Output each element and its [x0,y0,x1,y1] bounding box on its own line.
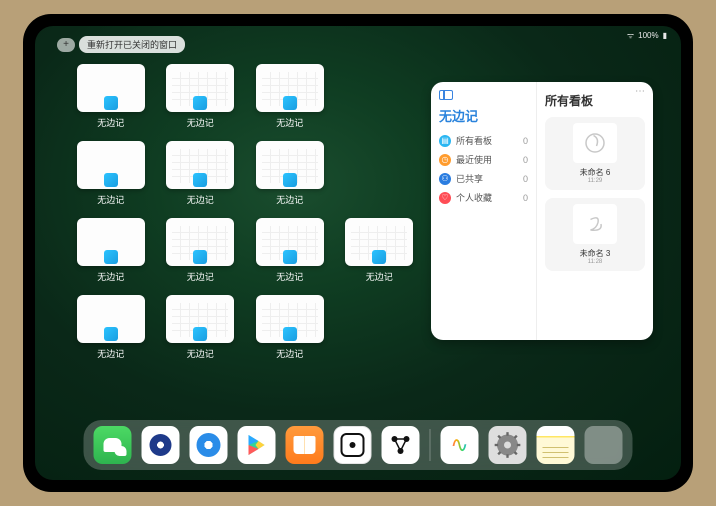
tile-label: 无边记 [97,193,124,206]
panel-title: 无边记 [439,106,528,125]
recent-apps-cluster-icon[interactable] [585,426,623,464]
ipad-frame: ᯤ 100% ▮ + 重新打开已关闭的窗口 无边记 无边记 无边记 无边记 无边… [23,14,693,492]
settings-icon[interactable] [489,426,527,464]
graph-app-icon[interactable] [382,426,420,464]
freeform-app-icon [104,327,118,341]
tile-label: 无边记 [97,116,124,129]
freeform-panel[interactable]: ⋯ 无边记 ▤ 所有看板 0 ◷ 最近使用 0 ⚇ 已共享 0 [431,82,653,340]
sidebar-item-recent[interactable]: ◷ 最近使用 0 [439,150,528,169]
tile-label: 无边记 [366,270,393,283]
tile-label: 无边记 [276,347,303,360]
tile-label: 无边记 [187,270,214,283]
tile-label: 无边记 [187,193,214,206]
freeform-app-icon [104,173,118,187]
all-boards-icon: ▤ [439,135,451,147]
sidebar-toggle-icon[interactable] [439,90,453,100]
sidebar-item-count: 0 [523,155,528,165]
sidebar-item-label: 最近使用 [456,153,492,166]
freeform-app-icon [283,250,297,264]
tile-label: 无边记 [187,347,214,360]
freeform-app-icon [104,250,118,264]
ellipsis-icon[interactable]: ⋯ [635,86,645,97]
dock-separator [430,429,431,461]
sidebar-item-count: 0 [523,136,528,146]
window-tile[interactable]: 无边记 [165,141,237,206]
notes-icon[interactable] [537,426,575,464]
top-bar: + 重新打开已关闭的窗口 [57,36,185,53]
freeform-icon[interactable]: ∿ [441,426,479,464]
freeform-app-icon [372,250,386,264]
battery-label: 100% [638,31,658,40]
window-tile[interactable]: 无边记 [75,218,147,283]
window-tile[interactable]: 无边记 [254,295,326,360]
tile-label: 无边记 [276,270,303,283]
freeform-app-icon [104,96,118,110]
board-preview [573,123,617,163]
sidebar-item-favorites[interactable]: ♡ 个人收藏 0 [439,188,528,207]
board-card[interactable]: 未命名 6 11:29 [545,117,645,190]
board-time: 11:29 [588,178,603,184]
board-preview [573,204,617,244]
freeform-app-icon [193,173,207,187]
window-tile[interactable]: 无边记 [254,141,326,206]
sidebar-item-all[interactable]: ▤ 所有看板 0 [439,131,528,150]
wechat-icon[interactable] [94,426,132,464]
books-icon[interactable] [286,426,324,464]
sidebar-item-label: 所有看板 [456,134,492,147]
board-card[interactable]: 未命名 3 11:28 [545,198,645,271]
panel-content: 所有看板 未命名 6 11:29 未命名 3 11:28 [537,82,653,340]
panel-content-title: 所有看板 [545,92,645,109]
window-tile[interactable]: 无边记 [75,295,147,360]
dock: ∿ [84,420,633,470]
board-name: 未命名 6 [580,167,611,178]
tile-label: 无边记 [97,347,124,360]
heart-icon: ♡ [439,192,451,204]
play-store-icon[interactable] [238,426,276,464]
freeform-app-icon [193,96,207,110]
window-tile[interactable]: 无边记 [165,295,237,360]
wifi-icon: ᯤ [627,30,634,41]
panel-sidebar: 无边记 ▤ 所有看板 0 ◷ 最近使用 0 ⚇ 已共享 0 ♡ [431,82,537,340]
clock-icon: ◷ [439,154,451,166]
reopen-window-button[interactable]: 重新打开已关闭的窗口 [79,36,185,53]
window-tile[interactable]: 无边记 [254,218,326,283]
person-icon: ⚇ [439,173,451,185]
quark-icon[interactable] [190,426,228,464]
freeform-app-icon [283,173,297,187]
window-tile[interactable]: 无边记 [75,64,147,129]
board-time: 11:28 [588,259,603,265]
window-tile[interactable]: 无边记 [254,64,326,129]
tile-label: 无边记 [97,270,124,283]
sidebar-item-count: 0 [523,174,528,184]
sidebar-item-shared[interactable]: ⚇ 已共享 0 [439,169,528,188]
sidebar-item-count: 0 [523,193,528,203]
tile-label: 无边记 [276,116,303,129]
status-bar: ᯤ 100% ▮ [627,30,667,41]
freeform-app-icon [283,327,297,341]
sidebar-item-label: 已共享 [456,172,483,185]
window-grid: 无边记 无边记 无边记 无边记 无边记 无边记 无边记 无边记 无边记 无边记 … [75,64,415,360]
tile-label: 无边记 [276,193,303,206]
window-tile[interactable]: 无边记 [344,218,416,283]
window-tile[interactable]: 无边记 [165,218,237,283]
sidebar-item-label: 个人收藏 [456,191,492,204]
add-button[interactable]: + [57,38,75,52]
tile-label: 无边记 [187,116,214,129]
window-tile[interactable]: 无边记 [75,141,147,206]
window-tile[interactable]: 无边记 [165,64,237,129]
board-name: 未命名 3 [580,248,611,259]
freeform-app-icon [193,327,207,341]
battery-icon: ▮ [663,31,667,40]
dice-app-icon[interactable] [334,426,372,464]
ipad-screen: ᯤ 100% ▮ + 重新打开已关闭的窗口 无边记 无边记 无边记 无边记 无边… [35,26,681,480]
quark-hd-icon[interactable] [142,426,180,464]
freeform-app-icon [283,96,297,110]
freeform-app-icon [193,250,207,264]
